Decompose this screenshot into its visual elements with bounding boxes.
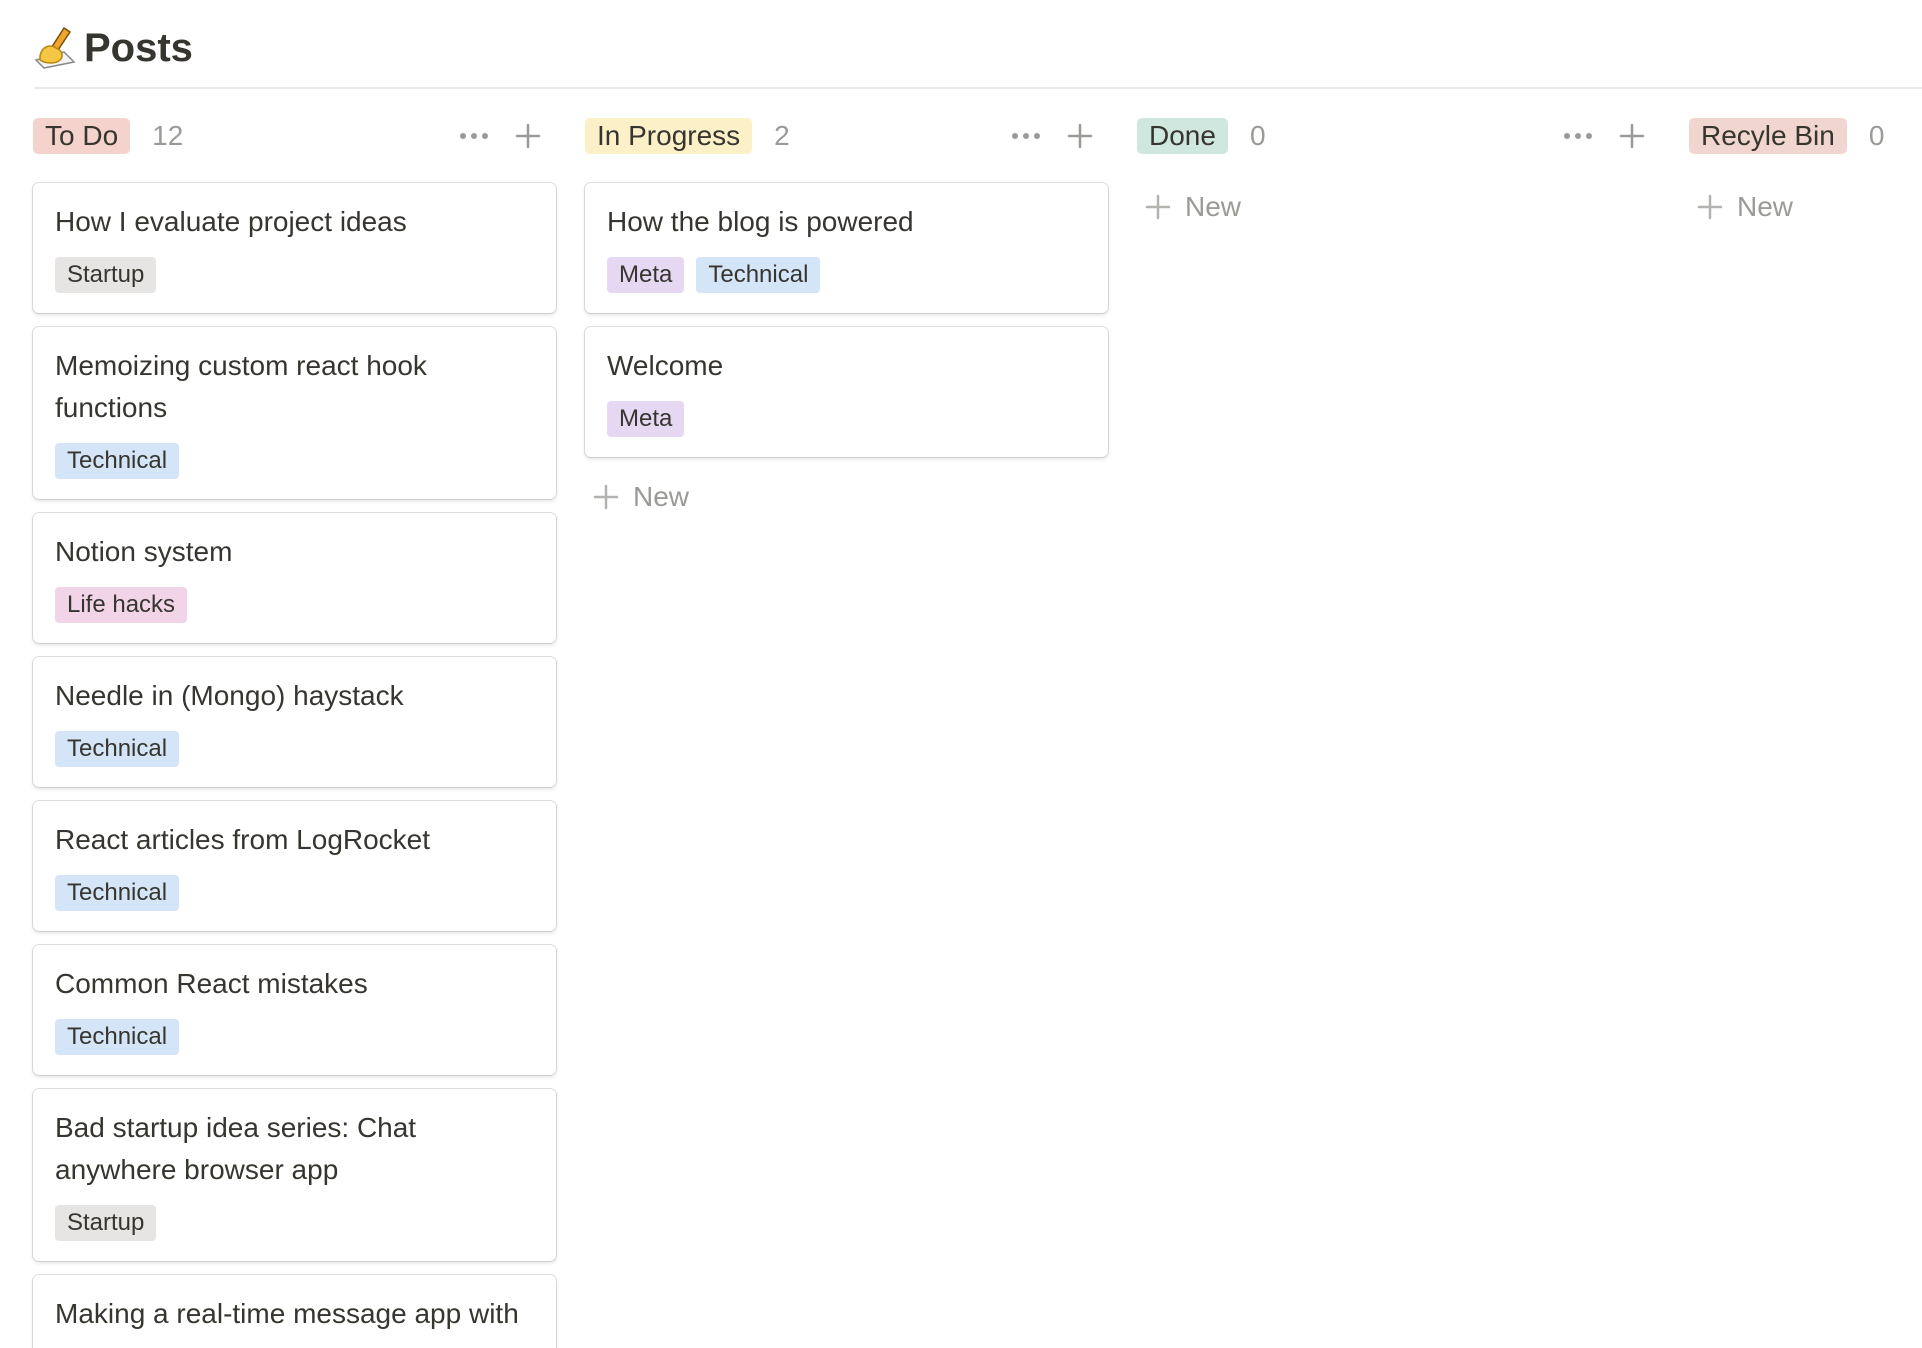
card[interactable]: Common React mistakes Technical bbox=[33, 945, 556, 1075]
tag-technical: Technical bbox=[696, 257, 821, 293]
new-card-button[interactable]: New bbox=[585, 473, 1108, 521]
card-title: Memoizing custom react hook functions bbox=[55, 350, 427, 423]
plus-icon bbox=[593, 484, 619, 510]
card-title: React articles from LogRocket bbox=[55, 824, 431, 855]
card[interactable]: Bad startup idea series: Chat anywhere b… bbox=[33, 1089, 556, 1261]
column-count: 0 bbox=[1249, 120, 1266, 151]
card-title: Bad startup idea series: Chat anywhere b… bbox=[55, 1112, 417, 1185]
header-divider bbox=[34, 87, 1922, 89]
plus-icon[interactable] bbox=[1062, 118, 1098, 154]
column-header: Done 0 bbox=[1137, 110, 1658, 162]
card-title: How I evaluate project ideas bbox=[55, 206, 407, 237]
card[interactable]: React articles from LogRocket Technical bbox=[33, 801, 556, 931]
column-in-progress: In Progress 2 How the blog is powered Me… bbox=[585, 110, 1108, 512]
card-list: How I evaluate project ideas Startup Mem… bbox=[33, 183, 556, 1348]
page: Posts To Do 12 How I evaluate project id… bbox=[0, 0, 1922, 1348]
tag-list: Startup bbox=[55, 257, 534, 293]
column-count: 12 bbox=[152, 120, 184, 151]
tag-list: Technical bbox=[55, 443, 534, 479]
column-count: 2 bbox=[774, 120, 790, 151]
card-list: New bbox=[1137, 183, 1660, 231]
column-todo: To Do 12 How I evaluate project ideas St… bbox=[33, 110, 556, 1348]
card[interactable]: How the blog is powered Meta Technical bbox=[585, 183, 1108, 313]
plus-icon[interactable] bbox=[1614, 118, 1650, 154]
tag-meta: Meta bbox=[607, 257, 685, 293]
status-pill-in-progress[interactable]: In Progress bbox=[585, 118, 753, 154]
card-title: Common React mistakes bbox=[55, 968, 368, 999]
tag-list: Technical bbox=[55, 875, 534, 911]
writing-hand-icon[interactable] bbox=[34, 26, 78, 70]
tag-list: Technical bbox=[55, 1019, 534, 1055]
tag-list: Life hacks bbox=[55, 587, 534, 623]
new-card-button[interactable]: New bbox=[1689, 183, 1922, 231]
tag-technical: Technical bbox=[55, 443, 180, 479]
tag-list: Meta Technical bbox=[607, 257, 1086, 293]
tag-meta: Meta bbox=[607, 401, 685, 437]
status-pill-todo[interactable]: To Do bbox=[33, 118, 131, 154]
more-horizontal-icon[interactable] bbox=[456, 118, 492, 154]
card-title: Welcome bbox=[607, 350, 724, 381]
tag-technical: Technical bbox=[55, 1019, 180, 1055]
new-card-label: New bbox=[1737, 191, 1794, 222]
new-card-button[interactable]: New bbox=[1137, 183, 1660, 231]
tag-startup: Startup bbox=[55, 257, 157, 293]
kanban-board: To Do 12 How I evaluate project ideas St… bbox=[33, 110, 1922, 1348]
column-header: In Progress 2 bbox=[585, 110, 1106, 162]
tag-list: Meta bbox=[607, 401, 1086, 437]
more-horizontal-icon[interactable] bbox=[1008, 118, 1044, 154]
tag-technical: Technical bbox=[55, 731, 180, 767]
column-done: Done 0 New bbox=[1137, 110, 1658, 222]
card-list: How the blog is powered Meta Technical W… bbox=[585, 183, 1108, 521]
column-header: Recyle Bin 0 bbox=[1689, 110, 1922, 162]
card[interactable]: Welcome Meta bbox=[585, 327, 1108, 457]
plus-icon[interactable] bbox=[510, 118, 546, 154]
column-actions bbox=[456, 118, 546, 154]
card[interactable]: How I evaluate project ideas Startup bbox=[33, 183, 556, 313]
card-title: Making a real-time message app with bbox=[55, 1298, 519, 1329]
tag-list: Startup bbox=[55, 1205, 534, 1241]
card-title: How the blog is powered bbox=[607, 206, 914, 237]
tag-list: Technical bbox=[55, 731, 534, 767]
card-title: Needle in (Mongo) haystack bbox=[55, 680, 404, 711]
new-card-label: New bbox=[1185, 191, 1242, 222]
column-actions bbox=[1008, 118, 1098, 154]
page-header: Posts bbox=[34, 18, 193, 78]
card-list: New bbox=[1689, 183, 1922, 231]
card-title: Notion system bbox=[55, 536, 233, 567]
plus-icon bbox=[1697, 194, 1723, 220]
card[interactable]: Making a real-time message app with bbox=[33, 1275, 556, 1348]
page-title: Posts bbox=[84, 25, 193, 70]
card[interactable]: Notion system Life hacks bbox=[33, 513, 556, 643]
card[interactable]: Memoizing custom react hook functions Te… bbox=[33, 327, 556, 499]
column-header: To Do 12 bbox=[33, 110, 554, 162]
tag-technical: Technical bbox=[55, 875, 180, 911]
status-pill-recycle-bin[interactable]: Recyle Bin bbox=[1689, 118, 1847, 154]
tag-startup: Startup bbox=[55, 1205, 157, 1241]
column-count: 0 bbox=[1868, 120, 1885, 151]
new-card-label: New bbox=[633, 481, 690, 512]
column-recycle-bin: Recyle Bin 0 New bbox=[1689, 110, 1922, 222]
status-pill-done[interactable]: Done bbox=[1137, 118, 1228, 154]
tag-life-hacks: Life hacks bbox=[55, 587, 188, 623]
column-actions bbox=[1560, 118, 1650, 154]
card[interactable]: Needle in (Mongo) haystack Technical bbox=[33, 657, 556, 787]
more-horizontal-icon[interactable] bbox=[1560, 118, 1596, 154]
plus-icon bbox=[1145, 194, 1171, 220]
